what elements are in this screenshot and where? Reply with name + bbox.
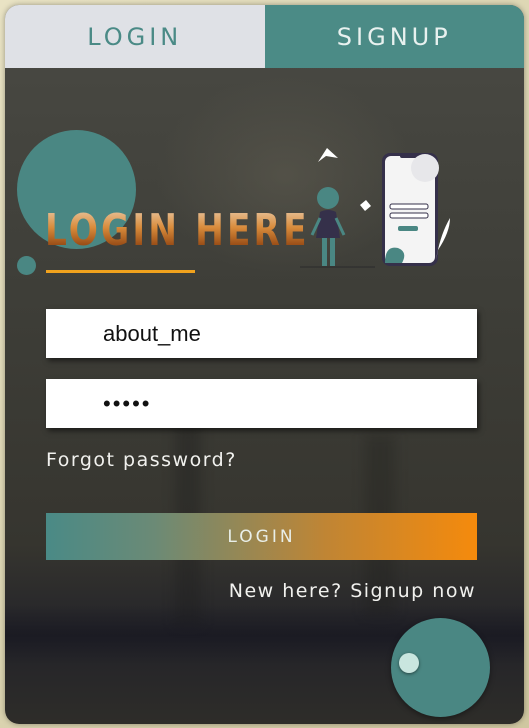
decorative-circle [399, 653, 419, 673]
phone-illustration-icon [382, 153, 450, 266]
password-field[interactable] [46, 379, 477, 428]
decorative-circle [17, 256, 36, 275]
floating-shape-icon [318, 148, 338, 162]
tab-login[interactable]: LOGIN [5, 5, 265, 68]
forgot-password-link[interactable]: Forgot password? [46, 449, 237, 471]
username-field[interactable] [46, 309, 477, 358]
login-card: LOGIN SIGNUP LOGIN HERE about_me ••••• F… [5, 5, 524, 724]
floating-shape-icon [360, 200, 371, 211]
tab-signup[interactable]: SIGNUP [264, 5, 524, 68]
title-underline [46, 270, 195, 273]
page-title: LOGIN HERE [45, 197, 310, 265]
person-illustration-icon [300, 187, 375, 268]
signup-link[interactable]: New here? Signup now [229, 580, 476, 602]
auth-tabs: LOGIN SIGNUP [5, 5, 524, 68]
login-illustration [300, 148, 450, 268]
login-button[interactable]: LOGIN [46, 513, 477, 560]
